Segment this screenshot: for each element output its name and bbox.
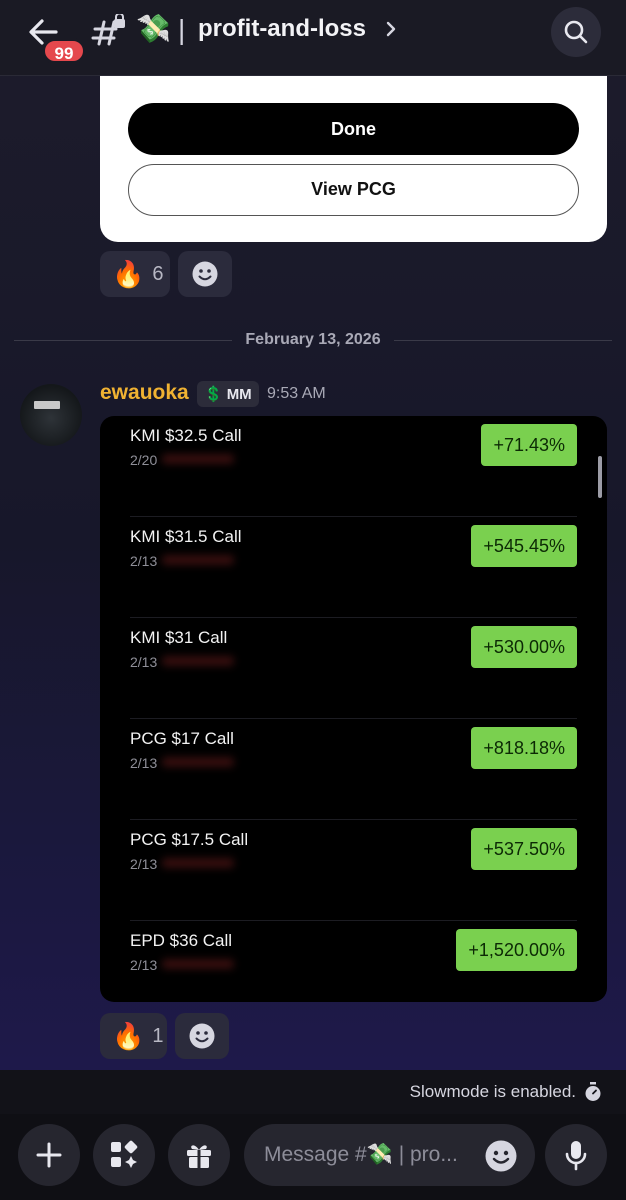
date-divider: February 13, 2026 xyxy=(0,331,626,349)
view-pcg-button[interactable]: View PCG xyxy=(128,164,579,216)
redacted-text xyxy=(162,858,234,868)
locked-channel-icon xyxy=(90,12,128,50)
embed-card: Done View PCG xyxy=(100,76,607,242)
chevron-right-icon[interactable] xyxy=(383,17,399,41)
add-reaction-button[interactable] xyxy=(178,251,232,297)
gain-badge: +818.18% xyxy=(471,727,577,769)
avatar[interactable] xyxy=(20,384,82,446)
role-tag[interactable]: 💲 MM xyxy=(197,381,259,407)
trade-date: 2/13 xyxy=(130,654,158,670)
trade-date: 2/13 xyxy=(130,553,158,569)
trade-name: KMI $32.5 Call xyxy=(130,426,242,445)
redacted-text xyxy=(162,454,234,464)
trade-row[interactable]: KMI $31.5 Call 2/13 +545.45% xyxy=(100,517,607,618)
gain-badge: +545.45% xyxy=(471,525,577,567)
stopwatch-icon xyxy=(584,1082,602,1102)
search-button[interactable] xyxy=(551,7,601,57)
trade-date: 2/20 xyxy=(130,452,158,468)
smiley-icon xyxy=(192,261,218,287)
search-icon xyxy=(564,20,588,44)
fire-emoji: 🔥 xyxy=(112,1020,145,1051)
trade-row[interactable]: PCG $17 Call 2/13 +818.18% xyxy=(100,719,607,820)
plus-icon xyxy=(36,1142,62,1168)
trade-row[interactable]: KMI $31 Call 2/13 +530.00% xyxy=(100,618,607,719)
reaction-count: 1 xyxy=(152,1024,164,1047)
trade-row[interactable]: PCG $17.5 Call 2/13 +537.50% xyxy=(100,820,607,921)
card-scrollbar[interactable] xyxy=(598,456,602,498)
message-author[interactable]: ewauoka xyxy=(100,381,189,405)
gain-badge: +530.00% xyxy=(471,626,577,668)
voice-message-button[interactable] xyxy=(545,1124,607,1186)
trade-name: EPD $36 Call xyxy=(130,931,233,950)
channel-header: 99 💸 | profit-and-loss xyxy=(0,0,626,76)
trade-name: KMI $31.5 Call xyxy=(130,527,242,546)
unread-badge: 99 xyxy=(42,38,86,64)
gift-icon xyxy=(187,1145,211,1168)
channel-name-separator: | xyxy=(178,14,186,45)
trade-date: 2/13 xyxy=(130,957,158,973)
slowmode-text: Slowmode is enabled. xyxy=(409,1082,576,1101)
gift-button[interactable] xyxy=(168,1124,230,1186)
apps-button[interactable] xyxy=(93,1124,155,1186)
trade-date: 2/13 xyxy=(130,755,158,771)
gain-badge: +71.43% xyxy=(481,424,577,466)
trade-row[interactable]: KMI $32.5 Call 2/20 +71.43% xyxy=(100,416,607,517)
reaction-count: 6 xyxy=(152,262,164,285)
money-wings-emoji: 💸 xyxy=(136,13,171,44)
dollar-emoji: 💲 xyxy=(204,386,223,403)
channel-name[interactable]: profit-and-loss xyxy=(198,15,366,43)
done-button[interactable]: Done xyxy=(128,103,579,155)
redacted-text xyxy=(162,959,234,969)
role-label: MM xyxy=(226,385,252,403)
apps-sparkle-icon xyxy=(111,1140,138,1168)
smiley-icon xyxy=(189,1023,215,1049)
trade-date: 2/13 xyxy=(130,856,158,872)
trades-card: KMI $32.5 Call 2/20 +71.43% KMI $31.5 Ca… xyxy=(100,416,607,1002)
smiley-icon xyxy=(485,1140,517,1172)
trade-row[interactable]: EPD $36 Call 2/13 +1,520.00% xyxy=(100,921,607,1002)
gain-badge: +1,520.00% xyxy=(456,929,577,971)
fire-reaction[interactable]: 🔥 6 xyxy=(100,251,170,297)
emoji-picker-button[interactable] xyxy=(484,1139,518,1173)
date-divider-text: February 13, 2026 xyxy=(245,331,381,348)
redacted-text xyxy=(162,555,234,565)
gain-badge: +537.50% xyxy=(471,828,577,870)
microphone-icon xyxy=(565,1141,587,1171)
redacted-text xyxy=(162,757,234,767)
slowmode-bar: Slowmode is enabled. xyxy=(0,1070,626,1114)
add-reaction-button[interactable] xyxy=(175,1013,229,1059)
message-composer xyxy=(0,1114,626,1200)
fire-reaction[interactable]: 🔥 1 xyxy=(100,1013,167,1059)
trade-name: PCG $17.5 Call xyxy=(130,830,249,849)
trade-name: PCG $17 Call xyxy=(130,729,234,748)
add-attachment-button[interactable] xyxy=(18,1124,80,1186)
fire-emoji: 🔥 xyxy=(112,258,145,289)
redacted-text xyxy=(162,656,234,666)
message-timestamp: 9:53 AM xyxy=(267,385,326,402)
trade-name: KMI $31 Call xyxy=(130,628,228,647)
